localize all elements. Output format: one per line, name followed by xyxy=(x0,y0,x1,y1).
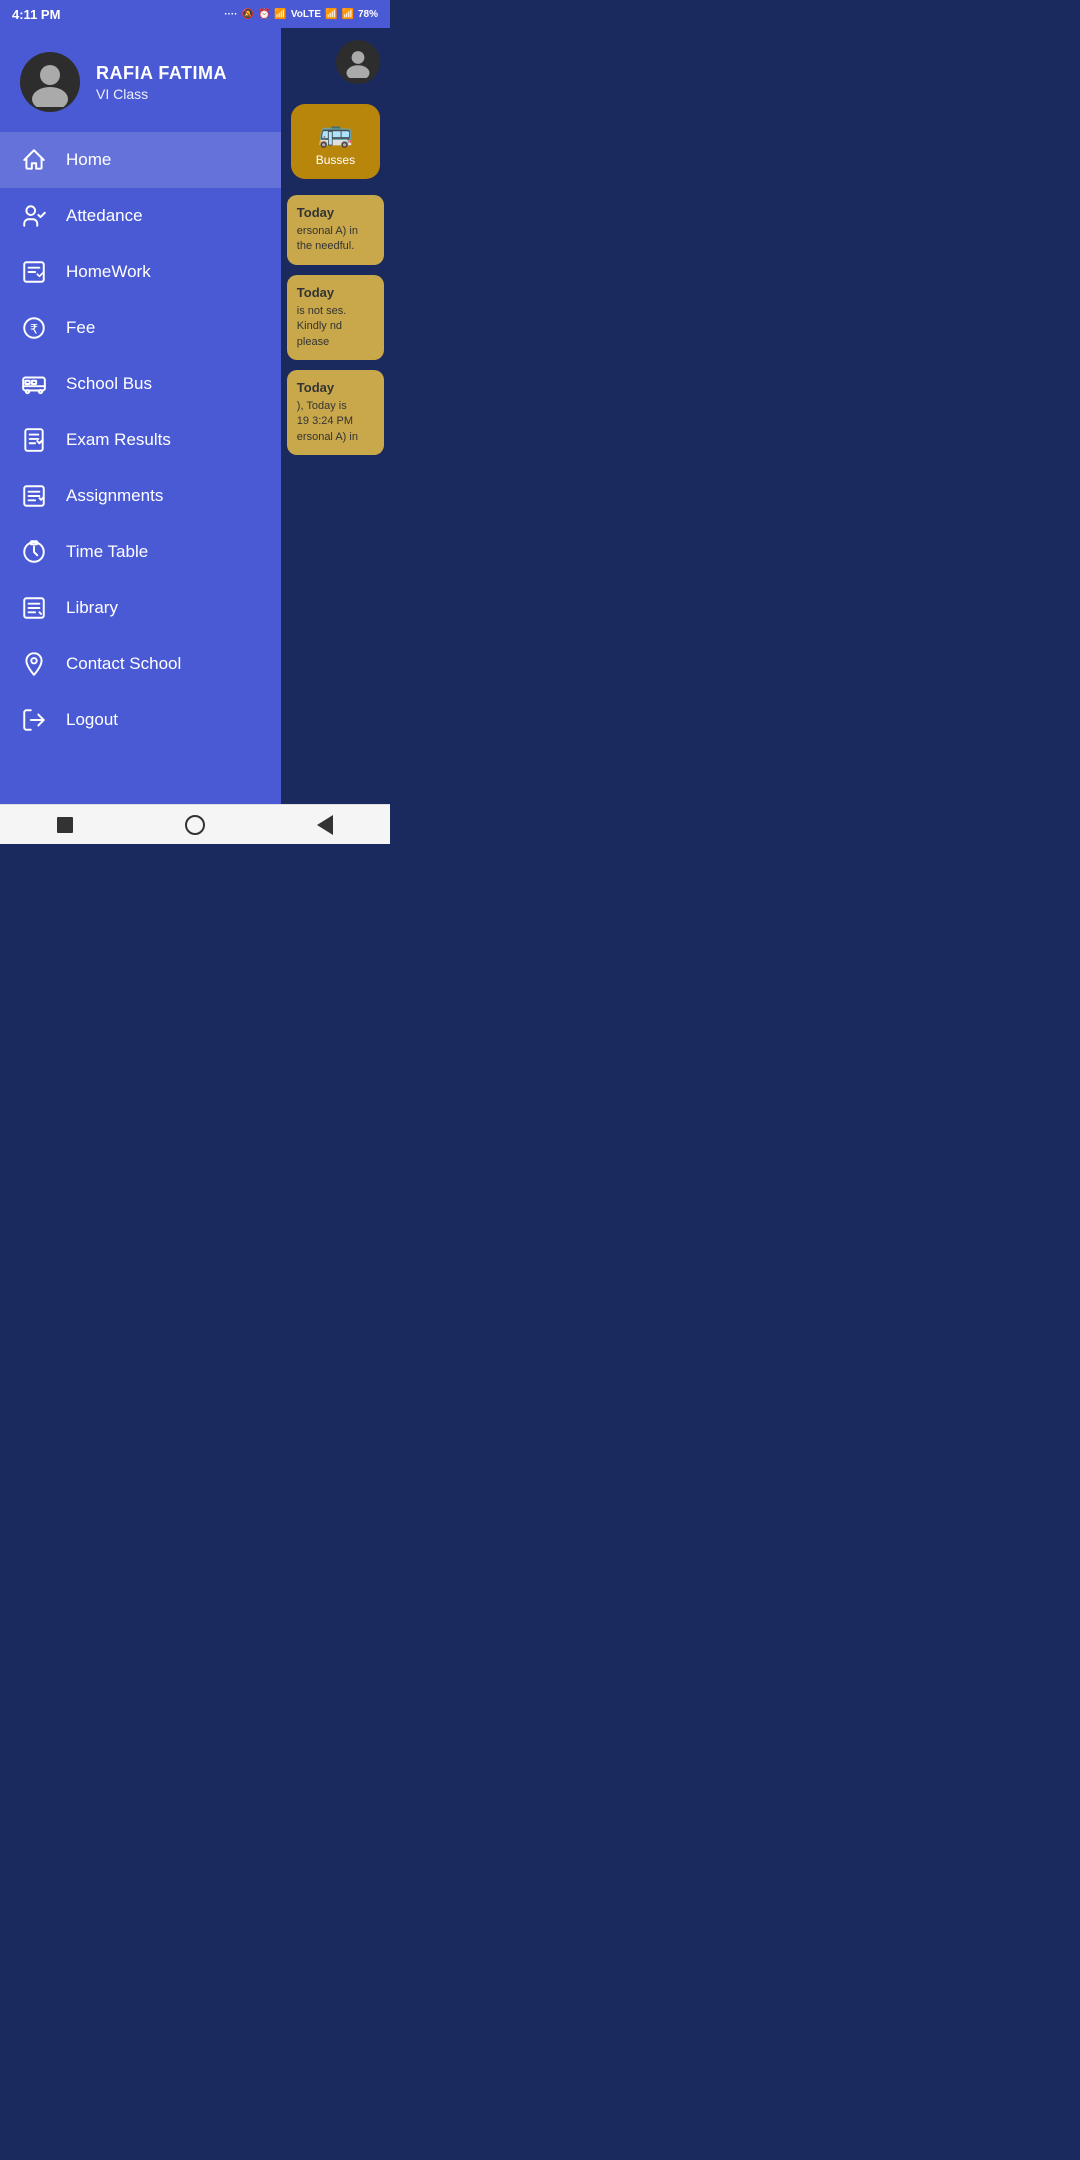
recent-apps-icon xyxy=(57,817,73,833)
bottom-nav xyxy=(0,804,390,844)
user-info: RAFIA FATIMA VI Class xyxy=(96,63,227,102)
nav-recent-button[interactable] xyxy=(45,810,85,840)
buses-label: Busses xyxy=(316,153,355,167)
notice-date-2: Today xyxy=(297,285,374,300)
notice-text-2: is not ses. Kindly nd please xyxy=(297,304,374,350)
timetable-icon xyxy=(20,538,48,566)
homework-icon xyxy=(20,258,48,286)
status-time: 4:11 PM xyxy=(12,7,60,22)
attendance-icon xyxy=(20,202,48,230)
fee-icon: ₹ xyxy=(20,314,48,342)
sidebar-label-library: Library xyxy=(66,598,118,618)
status-icons: ···· 🔕 ⏰ 📶 VoLTE 📶 📶 78% xyxy=(224,9,378,20)
home-icon xyxy=(20,146,48,174)
user-class: VI Class xyxy=(96,86,227,102)
sidebar-label-assignments: Assignments xyxy=(66,486,163,506)
bus-card-icon: 🚌 xyxy=(318,116,353,149)
sidebar-item-timetable[interactable]: Time Table xyxy=(0,524,281,580)
sidebar-item-home[interactable]: Home xyxy=(0,132,281,188)
notice-date-1: Today xyxy=(297,205,374,220)
sidebar-label-timetable: Time Table xyxy=(66,542,148,562)
navigation-drawer: RAFIA FATIMA VI Class Home Attedance xyxy=(0,28,281,804)
profile-icon-right[interactable] xyxy=(336,40,380,84)
schoolbus-icon xyxy=(20,370,48,398)
sidebar-label-homework: HomeWork xyxy=(66,262,151,282)
avatar xyxy=(20,52,80,112)
sidebar-label-home: Home xyxy=(66,150,111,170)
wifi-icon: 📶 xyxy=(342,9,354,20)
svg-text:₹: ₹ xyxy=(30,321,38,336)
back-button-icon xyxy=(317,815,333,835)
examresults-icon xyxy=(20,426,48,454)
notice-cards: Today ersonal A) in the needful. Today i… xyxy=(281,187,390,463)
contactschool-icon xyxy=(20,650,48,678)
sidebar-label-examresults: Exam Results xyxy=(66,430,171,450)
buses-card[interactable]: 🚌 Busses xyxy=(291,104,380,179)
network-icon: 📶 xyxy=(274,9,286,20)
notice-text-1: ersonal A) in the needful. xyxy=(297,224,374,255)
main-content: 🚌 Busses Today ersonal A) in the needful… xyxy=(281,28,390,804)
sidebar-label-schoolbus: School Bus xyxy=(66,374,152,394)
sidebar-label-attendance: Attedance xyxy=(66,206,143,226)
user-name: RAFIA FATIMA xyxy=(96,63,227,84)
sidebar-item-library[interactable]: Library xyxy=(0,580,281,636)
profile-avatar-icon xyxy=(342,46,374,78)
notice-card-3[interactable]: Today ), Today is 19 3:24 PM ersonal A) … xyxy=(287,370,384,455)
sidebar-item-attendance[interactable]: Attedance xyxy=(0,188,281,244)
signal-icon: ···· xyxy=(224,9,237,20)
sidebar-label-logout: Logout xyxy=(66,710,118,730)
notice-text-3: ), Today is xyxy=(297,399,374,414)
drawer-header: RAFIA FATIMA VI Class xyxy=(0,28,281,132)
main-header xyxy=(281,28,390,96)
sidebar-label-contactschool: Contact School xyxy=(66,654,181,674)
nav-home-button[interactable] xyxy=(175,810,215,840)
menu-list: Home Attedance HomeWork ₹ xyxy=(0,132,281,804)
sidebar-label-fee: Fee xyxy=(66,318,95,338)
app-container: RAFIA FATIMA VI Class Home Attedance xyxy=(0,28,390,804)
sidebar-item-schoolbus[interactable]: School Bus xyxy=(0,356,281,412)
alarm-icon: ⏰ xyxy=(258,9,270,20)
volte-icon: VoLTE xyxy=(291,9,321,20)
battery-icon: 78% xyxy=(358,9,378,20)
sidebar-item-examresults[interactable]: Exam Results xyxy=(0,412,281,468)
sidebar-item-assignments[interactable]: Assignments xyxy=(0,468,281,524)
status-bar: 4:11 PM ···· 🔕 ⏰ 📶 VoLTE 📶 📶 78% xyxy=(0,0,390,28)
notice-date-3: Today xyxy=(297,380,374,395)
assignments-icon xyxy=(20,482,48,510)
sidebar-item-homework[interactable]: HomeWork xyxy=(0,244,281,300)
logout-icon xyxy=(20,706,48,734)
notice-timestamp-text: ersonal A) in xyxy=(297,430,374,445)
notice-card-2[interactable]: Today is not ses. Kindly nd please xyxy=(287,275,384,360)
mute-icon: 🔕 xyxy=(242,9,254,20)
notice-card-1[interactable]: Today ersonal A) in the needful. xyxy=(287,195,384,265)
signal2-icon: 📶 xyxy=(325,9,337,20)
sidebar-item-fee[interactable]: ₹ Fee xyxy=(0,300,281,356)
sidebar-item-contactschool[interactable]: Contact School xyxy=(0,636,281,692)
notice-timestamp: 19 3:24 PM xyxy=(297,414,374,429)
home-button-icon xyxy=(185,815,205,835)
sidebar-item-logout[interactable]: Logout xyxy=(0,692,281,748)
library-icon xyxy=(20,594,48,622)
nav-back-button[interactable] xyxy=(305,810,345,840)
avatar-icon xyxy=(25,57,75,107)
